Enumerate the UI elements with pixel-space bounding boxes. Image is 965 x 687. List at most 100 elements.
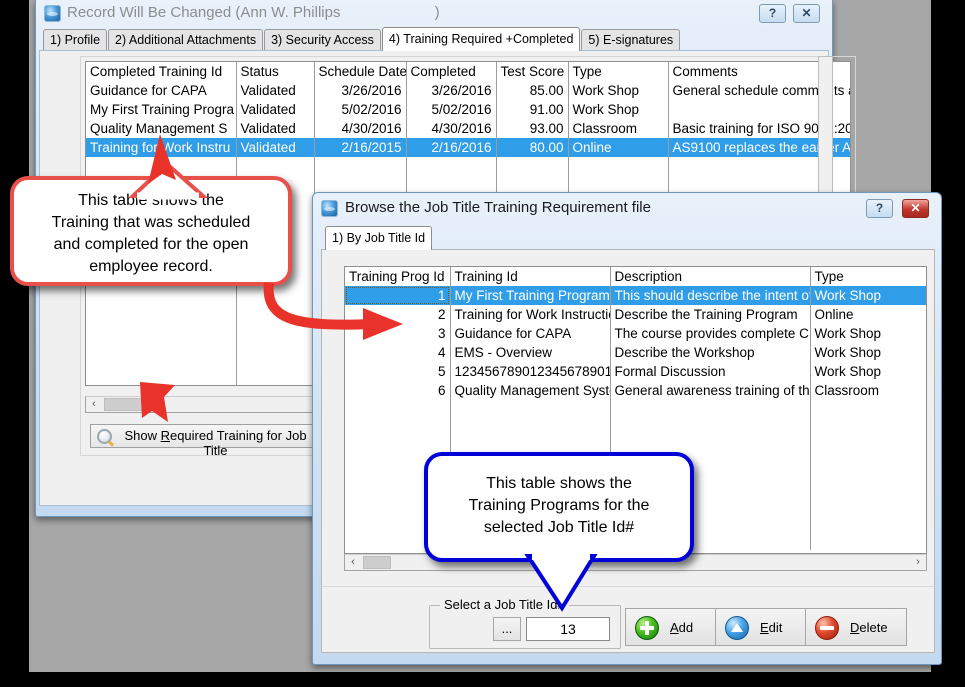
btn-label-pre: Show	[124, 428, 160, 443]
cell-training-id: EMS - Overview	[450, 343, 610, 362]
bottom-separator	[322, 586, 934, 587]
cell-training-id: 12345678901234567890121	[450, 362, 610, 381]
col-completed[interactable]: Completed	[406, 62, 496, 81]
delete-label-post: elete	[859, 620, 887, 635]
add-button-label: Add	[670, 620, 693, 635]
main-tabstrip: 1) Profile 2) Additional Attachments 3) …	[43, 29, 823, 51]
cell-type: Online	[568, 138, 668, 157]
cell-test-score: 91.00	[496, 100, 568, 119]
delete-button[interactable]: Delete	[805, 608, 907, 646]
globe-icon	[44, 5, 61, 22]
cell-training-id: Training for Work Instructio	[450, 305, 610, 324]
col-type[interactable]: Type	[810, 267, 927, 286]
add-accel: A	[670, 620, 679, 635]
tab-security-access-label: 3) Security Access	[271, 33, 374, 47]
table-row[interactable]: My First Training Progra Validated 5/02/…	[86, 100, 851, 119]
col-completed-training-id[interactable]: Completed Training Id	[86, 62, 236, 81]
cell-type: Work Shop	[568, 81, 668, 100]
table-row[interactable]: 3 Guidance for CAPA The course provides …	[345, 324, 927, 343]
browse-tabstrip: 1) By Job Title Id	[325, 226, 925, 248]
col-test-score[interactable]: Test Score	[496, 62, 568, 81]
add-label-post: dd	[679, 620, 693, 635]
table-row[interactable]: 5 12345678901234567890121 Formal Discuss…	[345, 362, 927, 381]
cell-schedule-date: 5/02/2016	[314, 100, 406, 119]
screenshot-root: Record Will Be Changed (Ann W. Phillips …	[0, 0, 965, 687]
cell-type: Work Shop	[568, 100, 668, 119]
plus-circle-icon	[635, 616, 659, 640]
main-close-button[interactable]: ✕	[793, 4, 820, 23]
browse-close-button[interactable]: ✕	[902, 199, 929, 218]
col-type[interactable]: Type	[568, 62, 668, 81]
col-training-id[interactable]: Training Id	[450, 267, 610, 286]
cell-description: The course provides complete C	[610, 324, 810, 343]
job-title-id-input[interactable]: 13	[526, 617, 610, 641]
table-row[interactable]: 2 Training for Work Instructio Describe …	[345, 305, 927, 324]
cell-test-score: 80.00	[496, 138, 568, 157]
cell-status: Validated	[236, 81, 314, 100]
table-row[interactable]: 4 EMS - Overview Describe the Workshop W…	[345, 343, 927, 362]
edit-label-post: dit	[769, 620, 783, 635]
tab-profile-label: 1) Profile	[50, 33, 100, 47]
edit-button[interactable]: Edit	[715, 608, 809, 646]
browse-help-button[interactable]: ?	[866, 199, 893, 218]
callout-1-line-4: employee record.	[14, 256, 288, 278]
table-header-row: Completed Training Id Status Schedule Da…	[86, 62, 851, 81]
table-header-row: Training Prog Id Training Id Description…	[345, 267, 927, 286]
main-titlebar: Record Will Be Changed (Ann W. Phillips …	[36, 0, 832, 27]
show-required-training-button[interactable]: Show Required Training for Job Title	[90, 424, 314, 448]
tab-security-access[interactable]: 3) Security Access	[264, 29, 381, 51]
table-row[interactable]: Guidance for CAPA Validated 3/26/2016 3/…	[86, 81, 851, 100]
table-row-selected[interactable]: 1 My First Training Program This should …	[345, 286, 927, 305]
tab-by-job-title-id[interactable]: 1) By Job Title Id	[325, 226, 432, 250]
btn-label-accel: R	[161, 428, 170, 443]
cell-description: General awareness training of the	[610, 381, 810, 400]
minus-circle-icon	[815, 616, 839, 640]
scroll-left-arrow-icon[interactable]: ‹	[345, 555, 361, 570]
cell-type: Classroom	[810, 381, 927, 400]
cell-training-id: Guidance for CAPA	[86, 81, 236, 100]
delete-button-label: Delete	[850, 620, 888, 635]
cell-type: Classroom	[568, 119, 668, 138]
job-title-browse-button[interactable]: ...	[493, 617, 521, 641]
cell-description: Describe the Workshop	[610, 343, 810, 362]
cell-empty	[236, 157, 314, 176]
triangle-circle-icon	[725, 616, 749, 640]
cell-training-id: Guidance for CAPA	[450, 324, 610, 343]
table-row-selected[interactable]: Training for Work Instru Validated 2/16/…	[86, 138, 851, 157]
tab-profile[interactable]: 1) Profile	[43, 29, 107, 51]
cell-completed: 3/26/2016	[406, 81, 496, 100]
scroll-thumb[interactable]	[363, 556, 391, 569]
table-row[interactable]: Quality Management S Validated 4/30/2016…	[86, 119, 851, 138]
scroll-right-arrow-icon[interactable]: ›	[910, 555, 926, 570]
cell-training-id: Quality Management Syste	[450, 381, 610, 400]
cell-completed: 4/30/2016	[406, 119, 496, 138]
table-row[interactable]: 6 Quality Management Syste General aware…	[345, 381, 927, 400]
main-help-button[interactable]: ?	[759, 4, 786, 23]
cell-status: Validated	[236, 119, 314, 138]
col-status[interactable]: Status	[236, 62, 314, 81]
tab-e-signatures[interactable]: 5) E-signatures	[581, 29, 680, 51]
col-description[interactable]: Description	[610, 267, 810, 286]
cell-test-score: 93.00	[496, 119, 568, 138]
scroll-left-arrow-icon[interactable]: ‹	[86, 397, 102, 412]
edit-accel: E	[760, 620, 769, 635]
cell-type: Work Shop	[810, 324, 927, 343]
btn-label-post: equired Training for Job Title	[170, 428, 307, 458]
tab-training-required-completed[interactable]: 4) Training Required +Completed	[382, 27, 580, 51]
delete-accel: D	[850, 620, 859, 635]
cell-empty	[406, 157, 496, 176]
callout-1-line-3: and completed for the open	[14, 234, 288, 256]
browse-titlebar: Browse the Job Title Training Requiremen…	[313, 193, 941, 223]
tab-additional-attachments[interactable]: 2) Additional Attachments	[108, 29, 263, 51]
tab-additional-attachments-label: 2) Additional Attachments	[115, 33, 256, 47]
callout-2-line-2: Training Programs for the	[428, 495, 690, 517]
callout-2-tail	[518, 552, 608, 614]
main-window-title: Record Will Be Changed (Ann W. Phillips …	[67, 4, 440, 21]
main-grid-hscrollbar[interactable]: ‹	[85, 396, 343, 413]
cell-empty	[810, 400, 927, 550]
col-schedule-date[interactable]: Schedule Date	[314, 62, 406, 81]
cell-training-id: My First Training Program	[450, 286, 610, 305]
red-curved-arrow-to-second-grid	[255, 275, 415, 355]
add-button[interactable]: Add	[625, 608, 719, 646]
cell-test-score: 85.00	[496, 81, 568, 100]
